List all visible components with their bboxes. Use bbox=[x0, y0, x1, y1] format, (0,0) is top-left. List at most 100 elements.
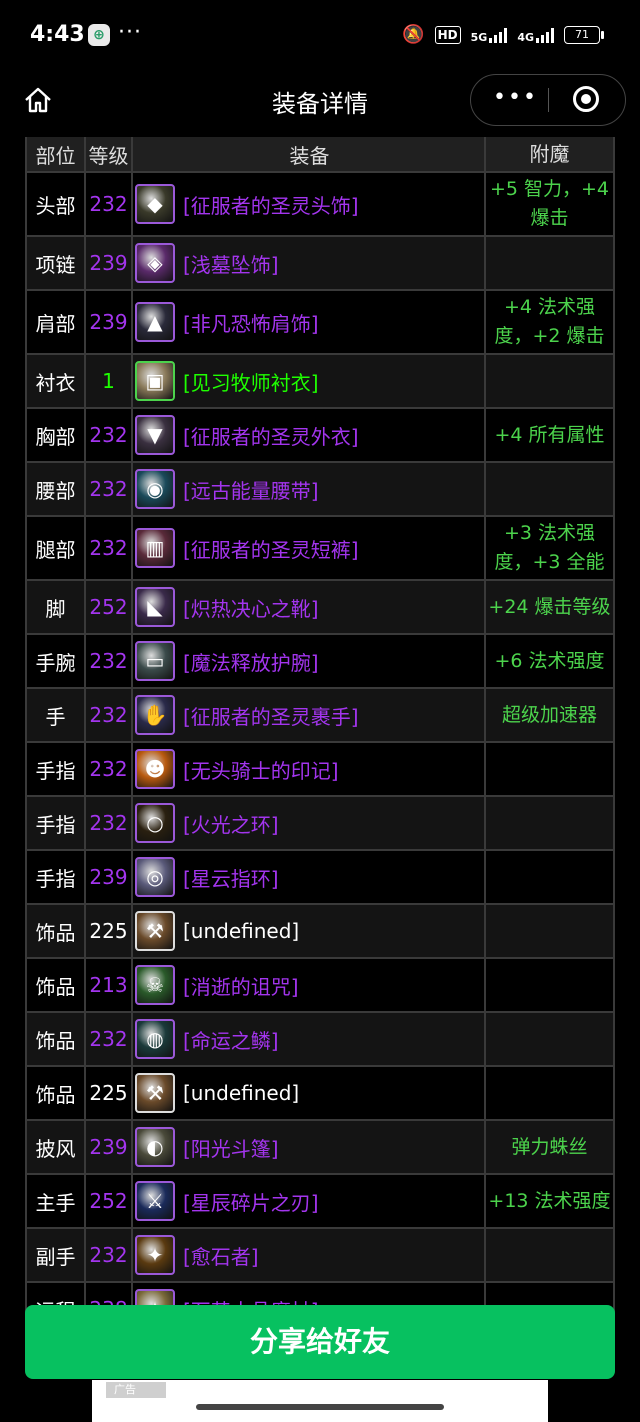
table-row[interactable]: 饰品 225 ⚒ [undefined] bbox=[25, 905, 615, 959]
share-to-friend-button[interactable]: 分享给好友 bbox=[25, 1305, 615, 1379]
header-enchant: 附魔 bbox=[486, 137, 615, 171]
item-name-link[interactable]: [征服者的圣灵外衣] bbox=[183, 421, 359, 450]
ring-icon: ◎ bbox=[135, 857, 175, 897]
icon-glyph: ☠ bbox=[146, 973, 164, 997]
enchant-cell: +6 法术强度 bbox=[486, 635, 615, 687]
table-row[interactable]: 饰品 213 ☠ [消逝的诅咒] bbox=[25, 959, 615, 1013]
cloak-icon: ◐ bbox=[135, 1127, 175, 1167]
table-row[interactable]: 饰品 232 ◍ [命运之鳞] bbox=[25, 1013, 615, 1067]
item-name-link[interactable]: [愈石者] bbox=[183, 1241, 259, 1270]
ad-banner[interactable]: 广告 bbox=[92, 1380, 548, 1422]
mute-icon: 🔕 bbox=[402, 24, 425, 45]
enchant-cell bbox=[486, 851, 615, 903]
item-cell[interactable]: ✋ [征服者的圣灵裹手] bbox=[133, 689, 486, 741]
icon-glyph: ▣ bbox=[145, 369, 165, 393]
icon-glyph: ⚒ bbox=[146, 919, 164, 943]
table-row[interactable]: 手腕 232 ▭ [魔法释放护腕] +6 法术强度 bbox=[25, 635, 615, 689]
item-name-link[interactable]: [消逝的诅咒] bbox=[183, 971, 299, 1000]
table-row[interactable]: 手 232 ✋ [征服者的圣灵裹手] 超级加速器 bbox=[25, 689, 615, 743]
icon-glyph: ▭ bbox=[145, 649, 165, 673]
level-cell: 232 bbox=[86, 689, 133, 741]
necklace-icon: ◈ bbox=[135, 243, 175, 283]
table-row[interactable]: 主手 252 ⚔ [星辰碎片之刃] +13 法术强度 bbox=[25, 1175, 615, 1229]
header-item: 装备 bbox=[133, 137, 486, 171]
item-cell[interactable]: ◉ [远古能量腰带] bbox=[133, 463, 486, 515]
item-cell[interactable]: ☠ [消逝的诅咒] bbox=[133, 959, 486, 1011]
icon-glyph: ⚔ bbox=[146, 1189, 164, 1213]
table-row[interactable]: 脚 252 ◣ [炽热决心之靴] +24 爆击等级 bbox=[25, 581, 615, 635]
level-cell: 239 bbox=[86, 291, 133, 353]
item-name-link[interactable]: [远古能量腰带] bbox=[183, 475, 319, 504]
status-icons: 🔕 HD 5G 4G 71 bbox=[402, 24, 604, 45]
item-name-link[interactable]: [阳光斗篷] bbox=[183, 1133, 279, 1162]
item-name-link[interactable]: [undefined] bbox=[183, 1081, 299, 1105]
item-name-link[interactable]: [征服者的圣灵头饰] bbox=[183, 190, 359, 219]
table-row[interactable]: 手指 232 ☻ [无头骑士的印记] bbox=[25, 743, 615, 797]
item-cell[interactable]: ⚔ [星辰碎片之刃] bbox=[133, 1175, 486, 1227]
item-name-link[interactable]: [魔法释放护腕] bbox=[183, 647, 319, 676]
table-row[interactable]: 手指 232 ○ [火光之环] bbox=[25, 797, 615, 851]
more-icon[interactable]: ••• bbox=[493, 85, 538, 110]
table-row[interactable]: 饰品 225 ⚒ [undefined] bbox=[25, 1067, 615, 1121]
table-row[interactable]: 衬衣 1 ▣ [见习牧师衬衣] bbox=[25, 355, 615, 409]
item-name-link[interactable]: [星辰碎片之刃] bbox=[183, 1187, 319, 1216]
table-row[interactable]: 胸部 232 ▼ [征服者的圣灵外衣] +4 所有属性 bbox=[25, 409, 615, 463]
slot-cell: 披风 bbox=[25, 1121, 86, 1173]
item-name-link[interactable]: [星云指环] bbox=[183, 863, 279, 892]
item-cell[interactable]: ◐ [阳光斗篷] bbox=[133, 1121, 486, 1173]
table-row[interactable]: 头部 232 ◆ [征服者的圣灵头饰] +5 智力，+4 爆击 bbox=[25, 173, 615, 237]
item-cell[interactable]: ▭ [魔法释放护腕] bbox=[133, 635, 486, 687]
hd-icon: HD bbox=[434, 25, 461, 44]
nav-bar: 装备详情 ••• bbox=[0, 72, 640, 132]
item-cell[interactable]: ▼ [征服者的圣灵外衣] bbox=[133, 409, 486, 461]
item-name-link[interactable]: [浅墓坠饰] bbox=[183, 249, 279, 278]
item-name-link[interactable]: [无头骑士的印记] bbox=[183, 755, 339, 784]
capsule-divider bbox=[548, 88, 549, 112]
item-name-link[interactable]: [见习牧师衬衣] bbox=[183, 367, 319, 396]
table-row[interactable]: 披风 239 ◐ [阳光斗篷] 弹力蛛丝 bbox=[25, 1121, 615, 1175]
trinket-icon: ⚒ bbox=[135, 1073, 175, 1113]
item-name-link[interactable]: [火光之环] bbox=[183, 809, 279, 838]
item-cell[interactable]: ☻ [无头骑士的印记] bbox=[133, 743, 486, 795]
table-row[interactable]: 腰部 232 ◉ [远古能量腰带] bbox=[25, 463, 615, 517]
item-name-link[interactable]: [undefined] bbox=[183, 919, 299, 943]
item-cell[interactable]: ⚒ [undefined] bbox=[133, 905, 486, 957]
table-row[interactable]: 腿部 232 ▥ [征服者的圣灵短裤] +3 法术强度，+3 全能 bbox=[25, 517, 615, 581]
table-row[interactable]: 肩部 239 ▲ [非凡恐怖肩饰] +4 法术强度，+2 爆击 bbox=[25, 291, 615, 355]
item-cell[interactable]: ⚒ [undefined] bbox=[133, 1067, 486, 1119]
more-notifications-icon: ··· bbox=[118, 20, 142, 45]
item-cell[interactable]: ○ [火光之环] bbox=[133, 797, 486, 849]
level-cell: 232 bbox=[86, 635, 133, 687]
table-row[interactable]: 副手 232 ✦ [愈石者] bbox=[25, 1229, 615, 1283]
item-name-link[interactable]: [炽热决心之靴] bbox=[183, 593, 319, 622]
enchant-cell: +4 所有属性 bbox=[486, 409, 615, 461]
enchant-cell bbox=[486, 1229, 615, 1281]
slot-cell: 腰部 bbox=[25, 463, 86, 515]
header-level: 等级 bbox=[86, 137, 133, 171]
icon-glyph: ◆ bbox=[147, 192, 163, 216]
item-cell[interactable]: ▥ [征服者的圣灵短裤] bbox=[133, 517, 486, 579]
item-name-link[interactable]: [征服者的圣灵短裤] bbox=[183, 534, 359, 563]
icon-glyph: ▲ bbox=[147, 310, 163, 334]
item-cell[interactable]: ✦ [愈石者] bbox=[133, 1229, 486, 1281]
level-cell: 1 bbox=[86, 355, 133, 407]
icon-glyph: ▼ bbox=[147, 423, 163, 447]
item-name-link[interactable]: [命运之鳞] bbox=[183, 1025, 279, 1054]
item-cell[interactable]: ◈ [浅墓坠饰] bbox=[133, 237, 486, 289]
item-name-link[interactable]: [非凡恐怖肩饰] bbox=[183, 308, 319, 337]
level-cell: 213 bbox=[86, 959, 133, 1011]
item-cell[interactable]: ◣ [炽热决心之靴] bbox=[133, 581, 486, 633]
table-row[interactable]: 手指 239 ◎ [星云指环] bbox=[25, 851, 615, 905]
item-cell[interactable]: ◎ [星云指环] bbox=[133, 851, 486, 903]
item-cell[interactable]: ◆ [征服者的圣灵头饰] bbox=[133, 173, 486, 235]
icon-glyph: ⚒ bbox=[146, 1081, 164, 1105]
item-cell[interactable]: ▣ [见习牧师衬衣] bbox=[133, 355, 486, 407]
item-cell[interactable]: ◍ [命运之鳞] bbox=[133, 1013, 486, 1065]
item-cell[interactable]: ▲ [非凡恐怖肩饰] bbox=[133, 291, 486, 353]
icon-glyph: ◍ bbox=[146, 1027, 164, 1051]
enchant-cell bbox=[486, 959, 615, 1011]
gesture-home-bar[interactable] bbox=[196, 1404, 444, 1410]
table-row[interactable]: 项链 239 ◈ [浅墓坠饰] bbox=[25, 237, 615, 291]
close-mini-program-icon[interactable] bbox=[573, 86, 599, 112]
item-name-link[interactable]: [征服者的圣灵裹手] bbox=[183, 701, 359, 730]
